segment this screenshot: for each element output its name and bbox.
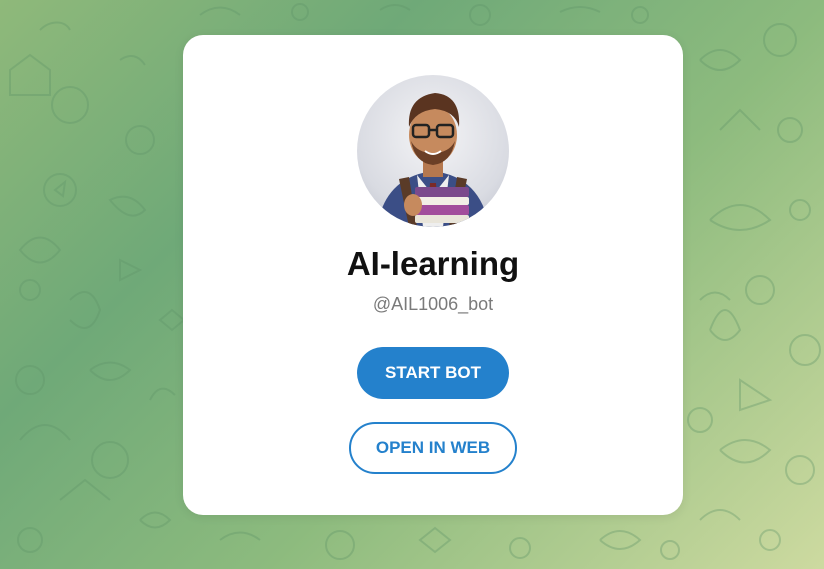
bot-card: AI-learning @AIL1006_bot START BOT OPEN … [183, 35, 683, 515]
start-bot-button[interactable]: START BOT [357, 347, 509, 399]
bot-username: @AIL1006_bot [372, 294, 494, 314]
bot-avatar-image [357, 75, 509, 227]
open-in-web-button[interactable]: OPEN IN WEB [349, 422, 517, 474]
bot-name: AI-learning [346, 245, 520, 282]
